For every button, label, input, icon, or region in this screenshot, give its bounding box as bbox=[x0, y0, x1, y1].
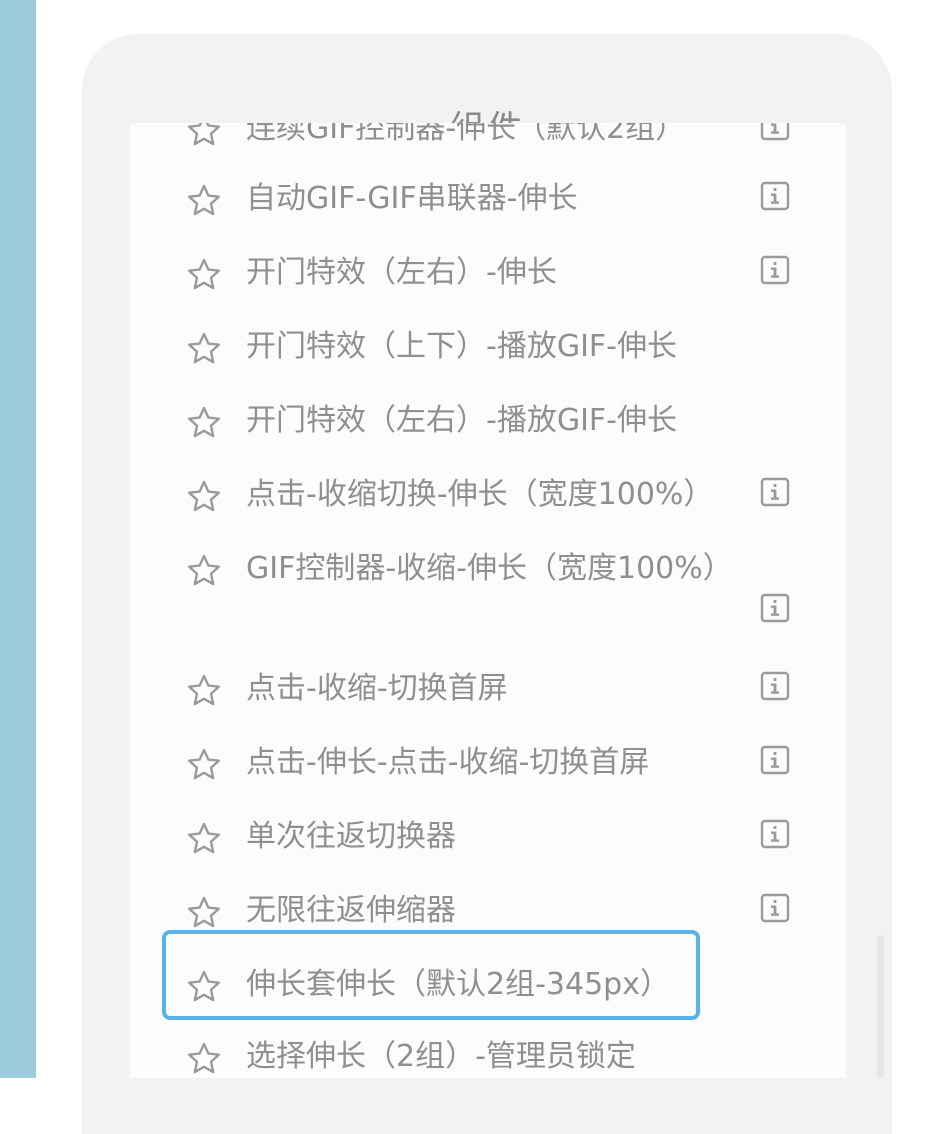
list-item-label: 开门特效（上下）-播放GIF-伸长 bbox=[246, 329, 678, 364]
list-item[interactable]: 开门特效（左右）-伸长 bbox=[130, 249, 846, 297]
list-item-label: 连续GIF控制器-伸长（默认2组） bbox=[246, 123, 686, 146]
list-item[interactable]: 开门特效（上下）-播放GIF-伸长 bbox=[130, 323, 846, 371]
info-icon[interactable] bbox=[760, 819, 790, 849]
star-outline-icon[interactable] bbox=[186, 331, 222, 367]
star-outline-icon[interactable] bbox=[186, 183, 222, 219]
info-icon[interactable] bbox=[760, 671, 790, 701]
list-item[interactable]: 开门特效（左右）-播放GIF-伸长 bbox=[130, 397, 846, 445]
scrollbar[interactable] bbox=[877, 935, 884, 1078]
info-icon[interactable] bbox=[760, 255, 790, 285]
info-icon[interactable] bbox=[760, 181, 790, 211]
list-item[interactable]: 单次往返切换器 bbox=[130, 813, 846, 861]
star-outline-icon[interactable] bbox=[186, 895, 222, 931]
star-outline-icon[interactable] bbox=[186, 1041, 222, 1077]
list-item-label: 点击-收缩切换-伸长（宽度100%） bbox=[246, 477, 714, 512]
left-sidebar-strip bbox=[0, 0, 36, 1078]
list-item[interactable]: GIF控制器-收缩-伸长（宽度100%） bbox=[130, 545, 846, 623]
list-item-label: 无限往返伸缩器 bbox=[246, 893, 456, 928]
list-item[interactable]: 连续GIF控制器-伸长（默认2组） bbox=[130, 123, 846, 153]
list-item[interactable]: 无限往返伸缩器 bbox=[130, 887, 846, 935]
info-icon[interactable] bbox=[760, 593, 790, 623]
star-outline-icon[interactable] bbox=[186, 747, 222, 783]
info-icon[interactable] bbox=[760, 745, 790, 775]
star-outline-icon[interactable] bbox=[186, 479, 222, 515]
star-outline-icon[interactable] bbox=[186, 553, 222, 589]
info-icon[interactable] bbox=[760, 123, 790, 141]
info-icon[interactable] bbox=[760, 893, 790, 923]
star-outline-icon[interactable] bbox=[186, 405, 222, 441]
list-item-label: 点击-收缩-切换首屏 bbox=[246, 671, 508, 706]
list-item[interactable]: 点击-收缩-切换首屏 bbox=[130, 665, 846, 713]
star-outline-icon[interactable] bbox=[186, 673, 222, 709]
list-item-label: 选择伸长（2组）-管理员锁定 bbox=[246, 1039, 636, 1074]
star-outline-icon[interactable] bbox=[186, 123, 222, 149]
list-item[interactable]: 选择伸长（2组）-管理员锁定 bbox=[130, 1033, 846, 1078]
list-item-label: 点击-伸长-点击-收缩-切换首屏 bbox=[246, 745, 650, 780]
list-item-label: 自动GIF-GIF串联器-伸长 bbox=[246, 181, 578, 216]
selected-item-highlight bbox=[162, 930, 700, 1020]
star-outline-icon[interactable] bbox=[186, 821, 222, 857]
info-icon[interactable] bbox=[760, 477, 790, 507]
list-item[interactable]: 点击-收缩切换-伸长（宽度100%） bbox=[130, 471, 846, 519]
list-item-label: 开门特效（左右）-伸长 bbox=[246, 255, 557, 290]
list-item-label: 开门特效（左右）-播放GIF-伸长 bbox=[246, 403, 678, 438]
list-item[interactable]: 点击-伸长-点击-收缩-切换首屏 bbox=[130, 739, 846, 787]
star-outline-icon[interactable] bbox=[186, 257, 222, 293]
list-item[interactable]: 自动GIF-GIF串联器-伸长 bbox=[130, 175, 846, 223]
list-item-label: GIF控制器-收缩-伸长（宽度100%） bbox=[246, 551, 733, 586]
list-item-label: 单次往返切换器 bbox=[246, 819, 456, 854]
